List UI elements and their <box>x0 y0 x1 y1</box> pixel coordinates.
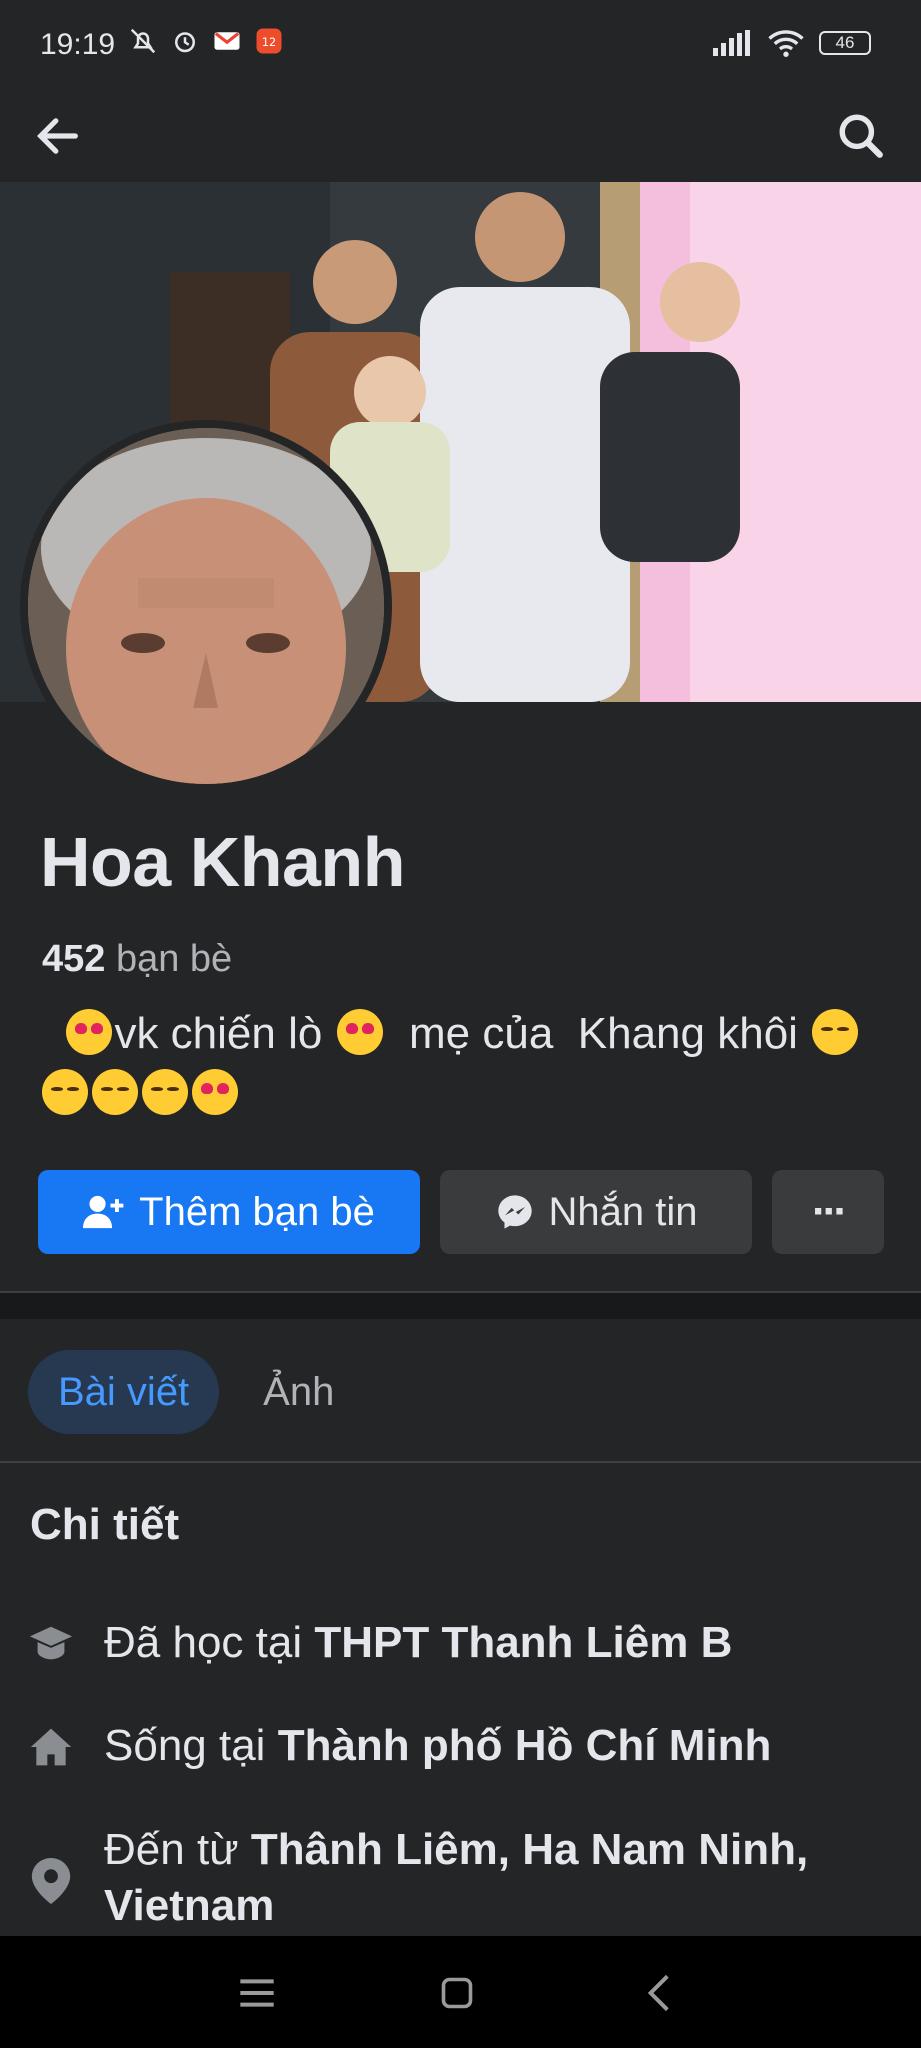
add-friend-label: Thêm bạn bè <box>139 1189 375 1234</box>
profile-tabs: Bài viết Ảnh <box>28 1350 344 1434</box>
shopping-app-icon: 12 <box>256 28 282 54</box>
system-navigation-bar <box>0 1936 921 2048</box>
wifi-icon <box>768 30 804 57</box>
notification-icons: 12 <box>128 26 284 56</box>
back-button[interactable] <box>28 106 88 166</box>
message-button[interactable]: Nhắn tin <box>440 1170 752 1254</box>
kiss-emoji-icon <box>92 1069 138 1115</box>
bio-text-1: vk chiến lò <box>114 1009 323 1058</box>
add-friend-icon <box>83 1195 124 1229</box>
home-icon <box>30 1728 72 1766</box>
battery-indicator: 46 <box>819 31 871 55</box>
friends-label: bạn bè <box>115 938 233 980</box>
kiss-emoji-icon <box>142 1069 188 1115</box>
recent-apps-button[interactable] <box>232 1968 282 2018</box>
friends-count-line[interactable]: 452 bạn bè <box>42 938 232 981</box>
back-arrow-icon <box>36 118 78 154</box>
alarm-icon <box>175 32 195 53</box>
location-pin-icon <box>31 1858 71 1904</box>
search-icon <box>839 114 883 158</box>
messenger-icon <box>497 1195 532 1229</box>
app-bar <box>0 92 921 182</box>
system-status-icons: 46 <box>713 28 871 58</box>
education-icon-wrap <box>28 1621 74 1667</box>
education-prefix: Đã học tại <box>104 1618 303 1667</box>
more-options-button[interactable]: ··· <box>772 1170 884 1254</box>
from-text: Đến từ Thânh Liêm, Ha Nam Ninh, Vietnam <box>104 1822 844 1934</box>
heart-eyes-emoji-icon <box>66 1009 113 1055</box>
bio-indent <box>40 1009 64 1058</box>
tab-posts[interactable]: Bài viết <box>28 1350 220 1434</box>
status-bar: 19:19 12 46 <box>0 0 921 92</box>
lives-value[interactable]: Thành phố Hồ Chí Minh <box>278 1721 772 1770</box>
lives-text: Sống tại Thành phố Hồ Chí Minh <box>104 1718 884 1774</box>
lives-prefix: Sống tại <box>104 1721 266 1770</box>
education-value[interactable]: THPT Thanh Liêm B <box>314 1618 732 1667</box>
back-chevron-icon <box>647 1974 669 2012</box>
mute-bell-icon <box>130 28 156 54</box>
profile-actions: Thêm bạn bè Nhắn tin ··· <box>38 1170 884 1254</box>
home-square-icon <box>441 1977 473 2009</box>
location-icon-wrap <box>28 1858 74 1904</box>
heart-eyes-emoji-icon <box>336 1009 383 1055</box>
back-nav-button[interactable] <box>634 1968 684 2018</box>
from-prefix: Đến từ <box>104 1825 239 1874</box>
signal-icon <box>713 30 750 56</box>
add-friend-button[interactable]: Thêm bạn bè <box>38 1170 420 1254</box>
avatar-image <box>28 428 384 784</box>
profile-avatar[interactable] <box>20 420 392 792</box>
status-time: 19:19 <box>40 28 116 61</box>
heart-eyes-emoji-icon <box>192 1069 238 1115</box>
bio-text-2: mẹ của Khang khôi <box>384 1009 798 1058</box>
message-label: Nhắn tin <box>548 1189 698 1234</box>
home-nav-button[interactable] <box>432 1968 482 2018</box>
details-title: Chi tiết <box>30 1500 180 1549</box>
tabs-divider <box>0 1461 921 1463</box>
kiss-emoji-icon <box>42 1069 88 1115</box>
profile-name: Hoa Khanh <box>40 823 405 901</box>
profile-bio: vk chiến lò mẹ của Khang khôi <box>40 1004 880 1124</box>
home-icon-wrap <box>28 1724 74 1770</box>
kiss-emoji-icon <box>812 1009 859 1055</box>
friends-count: 452 <box>42 938 106 980</box>
education-icon <box>29 1626 73 1660</box>
tab-photos[interactable]: Ảnh <box>253 1350 344 1434</box>
menu-icon <box>240 1979 274 2007</box>
section-gap <box>0 1293 921 1319</box>
education-text: Đã học tại THPT Thanh Liêm B <box>104 1615 884 1671</box>
more-icon: ··· <box>812 1187 848 1236</box>
gmail-icon <box>214 32 240 50</box>
search-button[interactable] <box>831 106 891 166</box>
svg-text:12: 12 <box>262 36 276 49</box>
